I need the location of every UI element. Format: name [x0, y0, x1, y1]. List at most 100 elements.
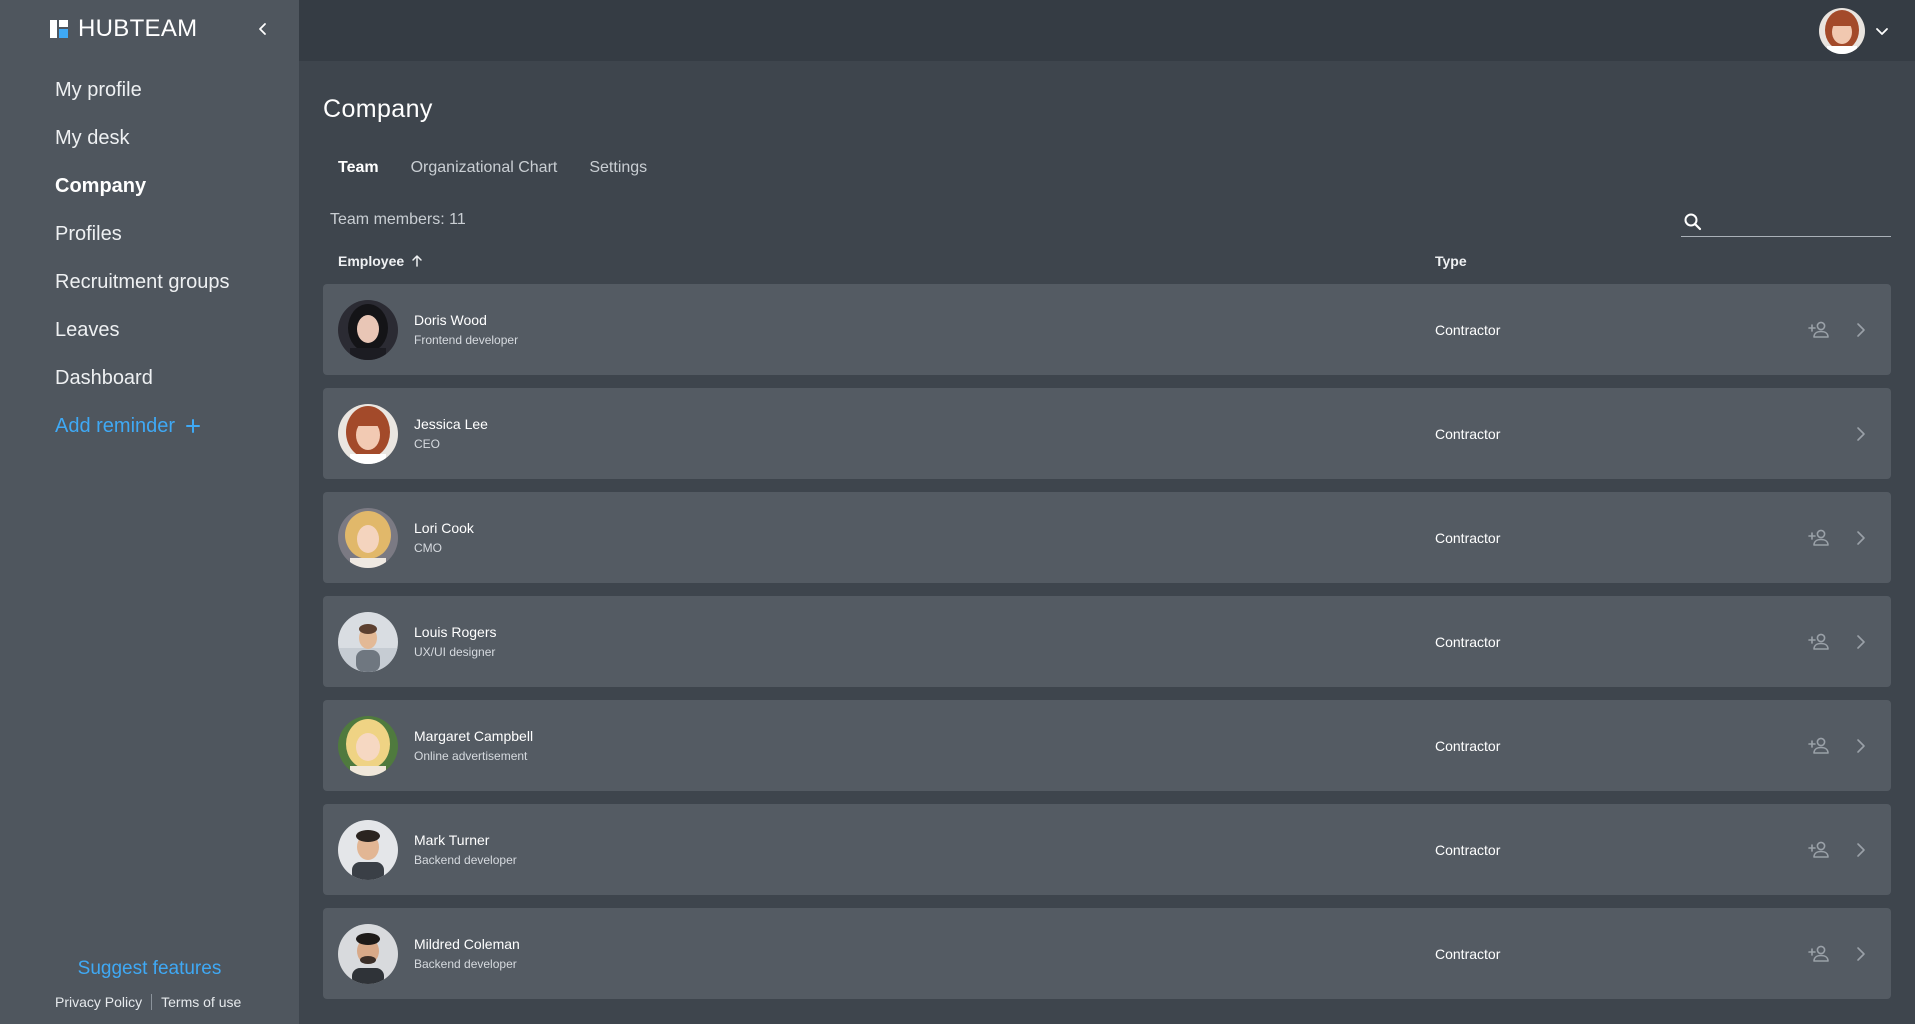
column-employee-label: Employee [338, 253, 405, 269]
team-members-count: Team members: 11 [330, 211, 466, 228]
app-name: HUBTEAM [78, 15, 198, 42]
legal-divider [151, 994, 153, 1010]
add-person-button[interactable] [1805, 524, 1833, 552]
employee-name: Doris Wood [414, 312, 487, 328]
employee-role: CMO [414, 541, 442, 555]
person-add-icon [1808, 321, 1829, 338]
sidebar-nav: My profile My desk Company Profiles Recr… [0, 66, 299, 450]
tab-organizational-chart[interactable]: Organizational Chart [411, 159, 558, 177]
sidebar-item-leaves[interactable]: Leaves [0, 306, 299, 354]
search-input[interactable] [1709, 213, 1879, 230]
user-menu[interactable] [1819, 7, 1889, 54]
employee-info: Mildred Coleman Backend developer [414, 936, 1435, 971]
employee-info: Louis Rogers UX/UI designer [414, 624, 1435, 659]
legal-links: Privacy Policy Terms of use [0, 994, 299, 1010]
avatar [338, 507, 398, 568]
person-add-icon [1808, 737, 1829, 754]
avatar [338, 923, 398, 984]
privacy-policy-link[interactable]: Privacy Policy [55, 994, 142, 1010]
employee-role: Frontend developer [414, 333, 519, 347]
avatar [338, 403, 398, 464]
employee-type: Contractor [1435, 321, 1501, 338]
employee-role: UX/UI designer [414, 645, 496, 659]
chevron-right-icon [1857, 322, 1865, 337]
chevron-right-icon [1857, 946, 1865, 961]
tab-settings[interactable]: Settings [589, 159, 647, 177]
open-row-button[interactable] [1847, 940, 1875, 968]
employee-list: Doris Wood Frontend developer Contractor [323, 284, 1891, 999]
chevron-right-icon [1857, 530, 1865, 545]
search-box [1681, 207, 1891, 237]
collapse-sidebar-button[interactable] [251, 17, 275, 41]
suggest-features-link[interactable]: Suggest features [0, 958, 299, 980]
chevron-left-icon [259, 23, 266, 35]
employee-role: CEO [414, 437, 441, 451]
employee-type: Contractor [1435, 425, 1501, 442]
sidebar-item-dashboard[interactable]: Dashboard [0, 354, 299, 402]
open-row-button[interactable] [1847, 628, 1875, 656]
table-row[interactable]: Margaret Campbell Online advertisement C… [323, 700, 1891, 791]
employee-info: Lori Cook CMO [414, 520, 1435, 555]
tab-team[interactable]: Team [338, 159, 379, 177]
table-row[interactable]: Mark Turner Backend developer Contractor [323, 804, 1891, 895]
main-area: Company Team Organizational Chart Settin… [299, 0, 1915, 1024]
employee-info: Jessica Lee CEO [414, 416, 1435, 451]
chevron-down-icon [1876, 27, 1888, 35]
employee-role: Backend developer [414, 853, 517, 867]
chevron-right-icon [1857, 426, 1865, 441]
team-toolbar: Team members: 11 [323, 208, 1891, 237]
employee-type: Contractor [1435, 529, 1501, 546]
arrow-up-icon [412, 255, 422, 267]
row-actions [1805, 908, 1875, 999]
open-row-button[interactable] [1847, 316, 1875, 344]
row-actions [1805, 804, 1875, 895]
logo-row: HUBTEAM [0, 0, 299, 58]
terms-of-use-link[interactable]: Terms of use [161, 994, 241, 1010]
sidebar-item-my-desk[interactable]: My desk [0, 114, 299, 162]
add-reminder-label: Add reminder [55, 414, 176, 437]
avatar [338, 299, 398, 360]
person-add-icon [1808, 841, 1829, 858]
employee-type: Contractor [1435, 633, 1501, 650]
add-reminder-button[interactable]: Add reminder [0, 402, 299, 450]
sidebar-item-profiles[interactable]: Profiles [0, 210, 299, 258]
sidebar-item-company[interactable]: Company [0, 162, 299, 210]
employee-type: Contractor [1435, 945, 1501, 962]
add-person-button[interactable] [1805, 732, 1833, 760]
content: Company Team Organizational Chart Settin… [299, 95, 1915, 999]
employee-role: Online advertisement [414, 749, 528, 763]
person-add-icon [1808, 633, 1829, 650]
chevron-right-icon [1857, 842, 1865, 857]
table-row[interactable]: Doris Wood Frontend developer Contractor [323, 284, 1891, 375]
employee-role: Backend developer [414, 957, 517, 971]
open-row-button[interactable] [1847, 420, 1875, 448]
search-icon [1684, 213, 1702, 230]
add-person-button[interactable] [1805, 628, 1833, 656]
person-add-icon [1808, 945, 1829, 962]
app-logo[interactable]: HUBTEAM [50, 15, 197, 43]
table-row[interactable]: Mildred Coleman Backend developer Contra… [323, 908, 1891, 999]
table-row[interactable]: Jessica Lee CEO Contractor [323, 388, 1891, 479]
table-row[interactable]: Lori Cook CMO Contractor [323, 492, 1891, 583]
employee-name: Jessica Lee [414, 416, 488, 432]
sidebar-item-my-profile[interactable]: My profile [0, 66, 299, 114]
user-avatar[interactable] [1819, 7, 1865, 54]
sidebar-footer: Suggest features Privacy Policy Terms of… [0, 958, 299, 1010]
table-row[interactable]: Louis Rogers UX/UI designer Contractor [323, 596, 1891, 687]
employee-type: Contractor [1435, 841, 1501, 858]
employee-name: Mark Turner [414, 832, 490, 848]
avatar [338, 819, 398, 880]
row-actions [1805, 388, 1875, 479]
open-row-button[interactable] [1847, 836, 1875, 864]
open-row-button[interactable] [1847, 732, 1875, 760]
plus-icon [186, 419, 201, 433]
page-title: Company [323, 95, 433, 123]
column-employee-sort[interactable]: Employee [323, 253, 1435, 269]
add-person-button[interactable] [1805, 316, 1833, 344]
sidebar-item-recruitment-groups[interactable]: Recruitment groups [0, 258, 299, 306]
add-person-button[interactable] [1805, 940, 1833, 968]
employee-type: Contractor [1435, 737, 1501, 754]
row-actions [1805, 492, 1875, 583]
open-row-button[interactable] [1847, 524, 1875, 552]
add-person-button[interactable] [1805, 836, 1833, 864]
